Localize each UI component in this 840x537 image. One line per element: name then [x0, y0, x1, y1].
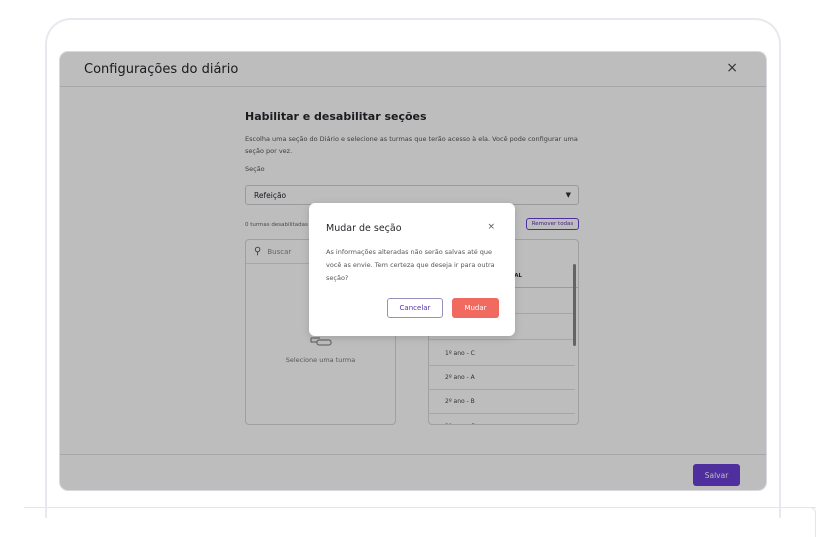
confirm-change-button[interactable]: Mudar: [452, 298, 499, 318]
change-section-dialog: Mudar de seção × As informações alterada…: [309, 203, 515, 336]
dialog-title: Mudar de seção: [326, 223, 402, 234]
device-base-line: [24, 507, 816, 508]
device-base-corner: [810, 507, 816, 537]
settings-window: Configurações do diário × Habilitar e de…: [60, 52, 766, 490]
dialog-message: As informações alteradas não serão salva…: [326, 248, 495, 282]
close-icon[interactable]: ×: [487, 222, 495, 232]
cancel-button[interactable]: Cancelar: [387, 298, 443, 318]
